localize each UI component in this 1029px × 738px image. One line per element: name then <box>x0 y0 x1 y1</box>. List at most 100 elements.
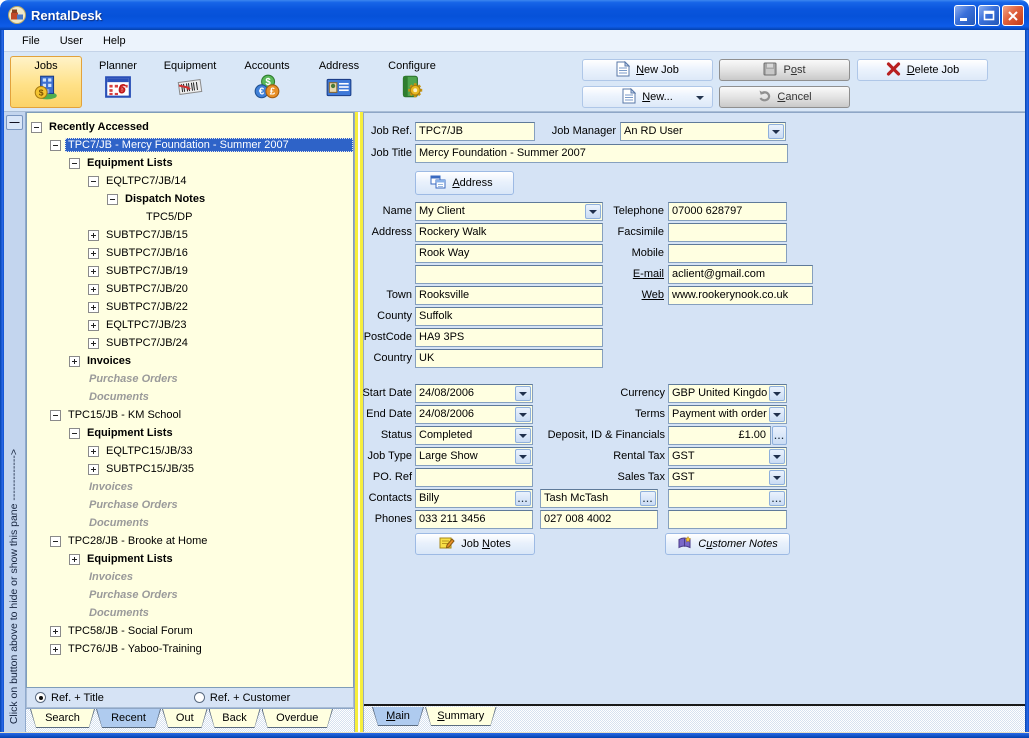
tree-item-label[interactable]: TPC5/DP <box>143 210 195 224</box>
tree-item[interactable]: SUBTPC7/JB/19 <box>27 262 353 280</box>
postcode-field[interactable]: HA9 3PS <box>415 328 603 347</box>
cancel-button[interactable]: Cancel <box>719 86 850 108</box>
menu-file[interactable]: File <box>12 33 50 49</box>
county-field[interactable]: Suffolk <box>415 307 603 326</box>
tree-item[interactable]: Invoices <box>27 568 353 586</box>
contact3-field[interactable]: ... <box>668 489 787 508</box>
web-field[interactable]: www.rookerynook.co.uk <box>668 286 813 305</box>
tree-item[interactable]: EQLTPC7/JB/23 <box>27 316 353 334</box>
radio-ref-title[interactable] <box>35 692 46 703</box>
tree-item[interactable]: Equipment Lists <box>27 550 353 568</box>
deposit-field[interactable]: £1.00 <box>668 426 771 445</box>
tree-item[interactable]: SUBTPC7/JB/15 <box>27 226 353 244</box>
tree-item-label[interactable]: TPC58/JB - Social Forum <box>65 624 196 638</box>
tree-item-label[interactable]: EQLTPC7/JB/14 <box>103 174 190 188</box>
nav-jobs-button[interactable]: Jobs$ <box>10 56 82 108</box>
tree-item[interactable]: TPC5/DP <box>27 208 353 226</box>
sales-tax-combo[interactable]: GST <box>668 468 787 487</box>
expand-icon[interactable] <box>88 446 99 457</box>
contact2-field[interactable]: Tash McTash... <box>540 489 658 508</box>
job-notes-button[interactable]: Job Notes <box>415 533 535 555</box>
tree-item-label[interactable]: TPC15/JB - KM School <box>65 408 184 422</box>
tree-item[interactable]: SUBTPC7/JB/20 <box>27 280 353 298</box>
tree-item-label[interactable]: TPC7/JB - Mercy Foundation - Summer 2007 <box>65 138 353 152</box>
tab-search[interactable]: Search <box>30 709 95 728</box>
tree-item-label[interactable]: Dispatch Notes <box>122 192 208 206</box>
collapse-icon[interactable] <box>50 536 61 547</box>
collapse-icon[interactable] <box>69 428 80 439</box>
radio-ref-customer[interactable] <box>194 692 205 703</box>
tree-item[interactable]: TPC7/JB - Mercy Foundation - Summer 2007 <box>27 136 353 154</box>
tree-item[interactable]: TPC58/JB - Social Forum <box>27 622 353 640</box>
tree-item-label[interactable]: SUBTPC7/JB/20 <box>103 282 191 296</box>
tree-item[interactable]: SUBTPC15/JB/35 <box>27 460 353 478</box>
nav-planner-button[interactable]: Planner6 <box>82 56 154 108</box>
tree-item-label[interactable]: Purchase Orders <box>86 588 181 602</box>
tree-item-label[interactable]: SUBTPC7/JB/19 <box>103 264 191 278</box>
collapse-icon[interactable] <box>69 158 80 169</box>
title-bar[interactable]: RentalDesk <box>0 0 1029 30</box>
menu-user[interactable]: User <box>50 33 93 49</box>
dropdown-arrow-icon[interactable] <box>769 470 785 485</box>
expand-icon[interactable] <box>88 230 99 241</box>
tree-item-label[interactable]: Equipment Lists <box>84 156 176 170</box>
country-field[interactable]: UK <box>415 349 603 368</box>
expand-icon[interactable] <box>50 644 61 655</box>
tree-item[interactable]: Documents <box>27 604 353 622</box>
tree-item-label[interactable]: SUBTPC7/JB/16 <box>103 246 191 260</box>
collapse-icon[interactable] <box>88 176 99 187</box>
tree-item-label[interactable]: Recently Accessed <box>46 120 152 134</box>
tab-recent[interactable]: Recent <box>96 709 161 728</box>
tree-item[interactable]: SUBTPC7/JB/16 <box>27 244 353 262</box>
dropdown-arrow-icon[interactable] <box>768 124 784 139</box>
expand-icon[interactable] <box>88 338 99 349</box>
nav-equipment-button[interactable]: Equipment <box>154 56 226 108</box>
tab-main[interactable]: Main <box>372 707 424 726</box>
tree-item[interactable]: Equipment Lists <box>27 424 353 442</box>
web-label[interactable]: Web <box>544 289 664 301</box>
customer-notes-button[interactable]: Customer Notes <box>665 533 790 555</box>
tree-item-label[interactable]: Documents <box>86 390 152 404</box>
tree-item-label[interactable]: EQLTPC7/JB/23 <box>103 318 190 332</box>
tree-item-label[interactable]: Invoices <box>84 354 134 368</box>
tree-item[interactable]: Purchase Orders <box>27 370 353 388</box>
job-title-field[interactable]: Mercy Foundation - Summer 2007 <box>415 144 788 163</box>
tree-item-label[interactable]: SUBTPC15/JB/35 <box>103 462 197 476</box>
collapse-icon[interactable] <box>50 140 61 151</box>
tree-item[interactable]: Equipment Lists <box>27 154 353 172</box>
collapse-icon[interactable] <box>107 194 118 205</box>
new-menu-button[interactable]: New... <box>582 86 713 108</box>
address-button[interactable]: Address <box>415 171 514 195</box>
post-button[interactable]: Post <box>719 59 850 81</box>
email-label[interactable]: E-mail <box>544 268 664 280</box>
tree-item-label[interactable]: Invoices <box>86 480 136 494</box>
maximize-button[interactable] <box>978 5 1000 26</box>
tree-item-label[interactable]: TPC76/JB - Yaboo-Training <box>65 642 205 656</box>
expand-icon[interactable] <box>88 302 99 313</box>
dropdown-arrow-icon[interactable] <box>769 449 785 464</box>
collapse-pane-button[interactable]: — <box>6 115 23 130</box>
delete-job-button[interactable]: Delete Job <box>857 59 988 81</box>
ellipsis-button[interactable]: ... <box>515 491 531 506</box>
tree-item[interactable]: TPC28/JB - Brooke at Home <box>27 532 353 550</box>
nav-configure-button[interactable]: Configure <box>376 56 448 108</box>
tree-item[interactable]: Documents <box>27 388 353 406</box>
tab-summary[interactable]: Summary <box>425 707 497 726</box>
expand-icon[interactable] <box>88 464 99 475</box>
tree-item-label[interactable]: Purchase Orders <box>86 498 181 512</box>
tree-item[interactable]: TPC15/JB - KM School <box>27 406 353 424</box>
tree-item[interactable]: EQLTPC15/JB/33 <box>27 442 353 460</box>
tree-item-label[interactable]: Equipment Lists <box>84 426 176 440</box>
tree-item[interactable]: Documents <box>27 514 353 532</box>
tree-item[interactable]: EQLTPC7/JB/14 <box>27 172 353 190</box>
dropdown-arrow-icon[interactable] <box>769 386 785 401</box>
ellipsis-button[interactable]: ... <box>640 491 656 506</box>
menu-help[interactable]: Help <box>93 33 136 49</box>
close-button[interactable] <box>1002 5 1024 26</box>
tree-item-label[interactable]: EQLTPC15/JB/33 <box>103 444 196 458</box>
tree-item[interactable]: Recently Accessed <box>27 118 353 136</box>
tree-item-label[interactable]: Documents <box>86 606 152 620</box>
expand-icon[interactable] <box>88 248 99 259</box>
expand-icon[interactable] <box>88 284 99 295</box>
pane-splitter[interactable] <box>354 112 364 732</box>
